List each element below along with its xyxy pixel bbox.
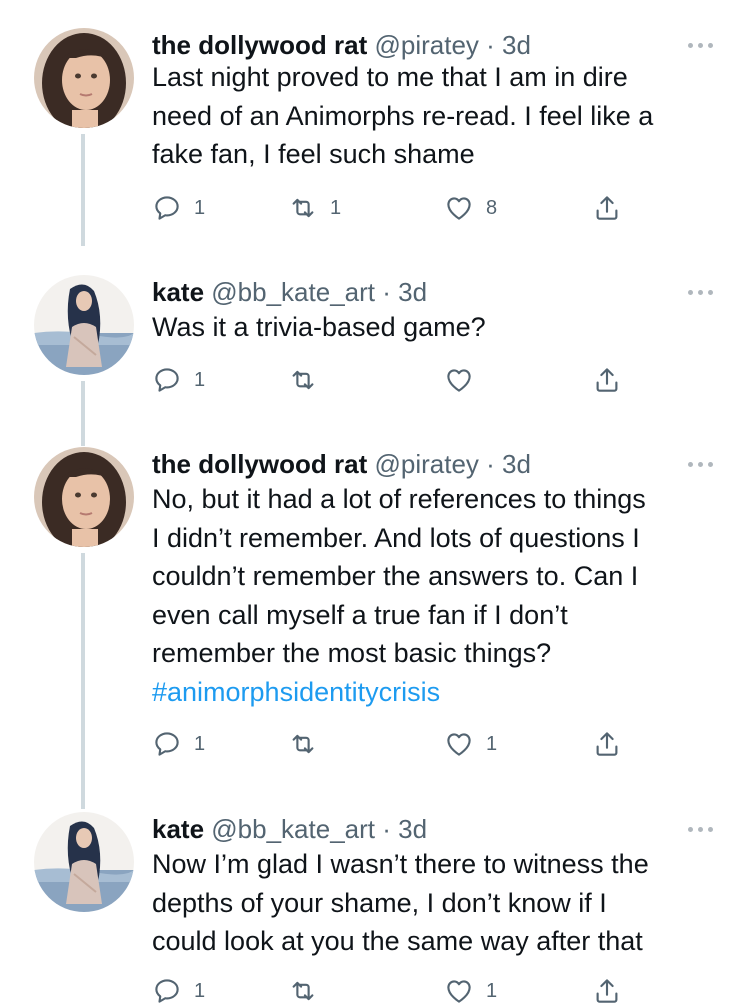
avatar-illustrated-woman-icon[interactable] bbox=[34, 275, 134, 375]
tweet-text-line: depths of your shame, I don’t know if I bbox=[152, 887, 607, 918]
timestamp[interactable]: 3d bbox=[502, 449, 531, 479]
share-icon bbox=[596, 732, 618, 756]
like-button[interactable]: 8 bbox=[444, 192, 497, 224]
reply-count: 1 bbox=[194, 733, 206, 755]
author-handle[interactable]: @piratey bbox=[374, 30, 478, 60]
author-name[interactable]: the dollywood rat bbox=[152, 449, 367, 479]
more-options-icon[interactable] bbox=[680, 447, 720, 481]
reply-icon bbox=[155, 368, 179, 392]
tweet-header: kate @bb_kate_art · 3d bbox=[152, 812, 427, 846]
retweet-button[interactable]: 1 bbox=[288, 192, 341, 224]
reply-button[interactable]: 1 bbox=[152, 975, 205, 1007]
timestamp[interactable]: 3d bbox=[398, 277, 427, 307]
avatar-dark-hair-woman-icon[interactable] bbox=[34, 447, 134, 547]
retweet-button[interactable] bbox=[288, 975, 330, 1007]
share-button[interactable] bbox=[592, 975, 622, 1007]
like-count: 1 bbox=[486, 980, 498, 1002]
tweet-text-line: I didn’t remember. And lots of questions… bbox=[152, 522, 640, 553]
thread-line bbox=[81, 134, 85, 246]
tweet-text-line: Last night proved to me that I am in dir… bbox=[152, 62, 628, 92]
separator-dot: · bbox=[382, 814, 391, 844]
share-button[interactable] bbox=[592, 192, 622, 224]
separator-dot: · bbox=[486, 30, 495, 60]
reply-icon bbox=[155, 979, 179, 1003]
heart-icon bbox=[447, 369, 471, 392]
tweet-text-line: remember the most basic things? bbox=[152, 638, 552, 668]
tweet-text-line: fake fan, I feel such shame bbox=[152, 139, 475, 169]
retweet-button[interactable] bbox=[288, 364, 330, 396]
tweet-text-line: need of an Animorphs re-read. I feel lik… bbox=[152, 100, 654, 131]
tweet-actions: 1 1 8 bbox=[152, 192, 652, 224]
tweet-text: Now I’m glad I wasn’t there to witness t… bbox=[152, 845, 732, 961]
more-options-icon[interactable] bbox=[680, 812, 720, 846]
share-button[interactable] bbox=[592, 728, 622, 760]
tweet-text-line: Was it a trivia-based game? bbox=[152, 312, 486, 342]
reply-button[interactable]: 1 bbox=[152, 192, 205, 224]
reply-button[interactable]: 1 bbox=[152, 364, 205, 396]
avatar-dark-hair-woman-icon[interactable] bbox=[34, 28, 134, 128]
tweet-text-line: even call myself a true fan if I don’t bbox=[152, 599, 568, 630]
retweet-icon bbox=[292, 370, 314, 390]
heart-icon bbox=[447, 980, 471, 1003]
more-options-icon[interactable] bbox=[680, 275, 720, 309]
retweet-button[interactable] bbox=[288, 728, 330, 760]
like-count: 8 bbox=[486, 197, 498, 219]
tweet-text-line: could look at you the same way after tha… bbox=[152, 926, 643, 956]
share-icon bbox=[596, 196, 618, 220]
author-name[interactable]: kate bbox=[152, 277, 204, 307]
share-icon bbox=[596, 979, 618, 1003]
author-handle[interactable]: @piratey bbox=[374, 449, 478, 479]
reply-count: 1 bbox=[194, 197, 206, 219]
like-button[interactable]: 1 bbox=[444, 975, 497, 1007]
author-name[interactable]: kate bbox=[152, 814, 204, 844]
reply-button[interactable]: 1 bbox=[152, 728, 205, 760]
like-button[interactable] bbox=[444, 364, 486, 396]
thread-line bbox=[81, 553, 85, 809]
share-button[interactable] bbox=[592, 364, 622, 396]
tweet-text-line: No, but it had a lot of references to th… bbox=[152, 484, 646, 514]
reply-count: 1 bbox=[194, 980, 206, 1002]
avatar-illustrated-woman-icon[interactable] bbox=[34, 812, 134, 912]
tweet-text: Was it a trivia-based game? bbox=[152, 308, 732, 347]
tweet-actions: 1 1 bbox=[152, 975, 652, 1007]
reply-icon bbox=[155, 196, 179, 220]
hashtag-link[interactable]: #animorphsidentitycrisis bbox=[152, 673, 732, 712]
author-name[interactable]: the dollywood rat bbox=[152, 30, 367, 60]
separator-dot: · bbox=[382, 277, 391, 307]
tweet-text: Last night proved to me that I am in dir… bbox=[152, 58, 732, 174]
tweet-actions: 1 bbox=[152, 364, 652, 396]
author-handle[interactable]: @bb_kate_art bbox=[211, 814, 375, 844]
separator-dot: · bbox=[486, 449, 495, 479]
tweet-actions: 1 1 bbox=[152, 728, 652, 760]
tweet-text-line: Now I’m glad I wasn’t there to witness t… bbox=[152, 849, 649, 879]
retweet-icon bbox=[292, 981, 314, 1001]
timestamp[interactable]: 3d bbox=[398, 814, 427, 844]
tweet-text: No, but it had a lot of references to th… bbox=[152, 480, 732, 711]
heart-icon bbox=[447, 197, 471, 220]
author-handle[interactable]: @bb_kate_art bbox=[211, 277, 375, 307]
retweet-count: 1 bbox=[330, 197, 342, 219]
like-button[interactable]: 1 bbox=[444, 728, 497, 760]
tweet-header: the dollywood rat @piratey · 3d bbox=[152, 28, 531, 62]
reply-count: 1 bbox=[194, 369, 206, 391]
like-count: 1 bbox=[486, 733, 498, 755]
retweet-icon bbox=[292, 198, 314, 218]
tweet-header: the dollywood rat @piratey · 3d bbox=[152, 447, 531, 481]
tweet-text-line: couldn’t remember the answers to. Can I bbox=[152, 561, 639, 591]
timestamp[interactable]: 3d bbox=[502, 30, 531, 60]
retweet-icon bbox=[292, 734, 314, 754]
heart-icon bbox=[447, 733, 471, 756]
share-icon bbox=[596, 368, 618, 392]
thread-line bbox=[81, 381, 85, 446]
tweet-header: kate @bb_kate_art · 3d bbox=[152, 275, 427, 309]
reply-icon bbox=[155, 732, 179, 756]
more-options-icon[interactable] bbox=[680, 28, 720, 62]
